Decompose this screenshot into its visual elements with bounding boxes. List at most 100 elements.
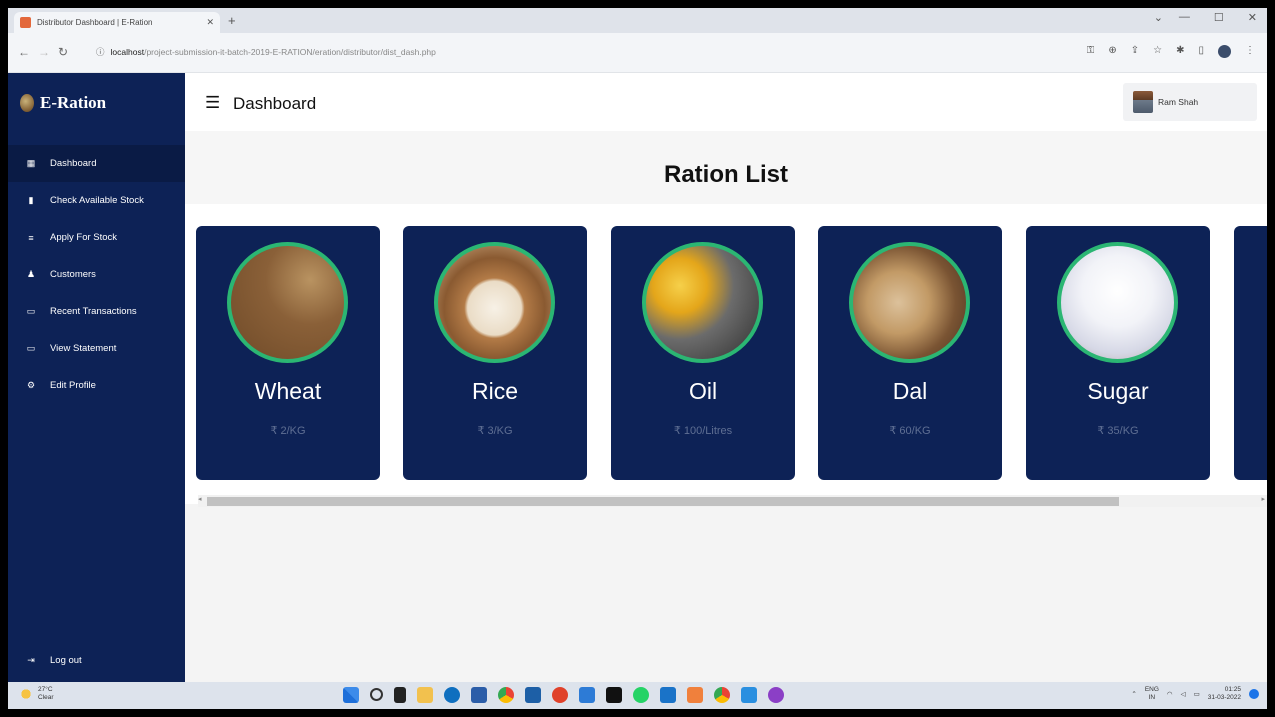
chrome-icon[interactable] bbox=[498, 687, 514, 703]
tab-close-icon[interactable]: ✕ bbox=[206, 17, 214, 28]
browser-tab[interactable]: Distributor Dashboard | E-Ration ✕ bbox=[14, 12, 220, 33]
chrome-profile-icon[interactable] bbox=[714, 687, 730, 703]
back-icon[interactable]: ← bbox=[18, 45, 30, 59]
reload-icon[interactable]: ↻ bbox=[58, 45, 68, 59]
sidebar: E-Ration ▦ Dashboard ▮ Check Available S… bbox=[8, 73, 185, 682]
volume-icon[interactable]: ◁ bbox=[1181, 690, 1186, 698]
file-explorer-icon[interactable] bbox=[417, 687, 433, 703]
close-window-icon[interactable]: ✕ bbox=[1248, 11, 1257, 24]
sidebar-item-label: Apply For Stock bbox=[50, 232, 118, 243]
key-icon[interactable]: ⚿ bbox=[1087, 45, 1095, 58]
profile-avatar-icon[interactable] bbox=[1218, 45, 1231, 58]
vscode-icon[interactable] bbox=[741, 687, 757, 703]
site-info-icon[interactable]: ⓘ bbox=[96, 46, 105, 58]
scrollbar-thumb[interactable] bbox=[207, 497, 1119, 506]
monitor-icon: ▭ bbox=[26, 343, 36, 353]
clock[interactable]: 01:25 31-03-2022 bbox=[1208, 686, 1241, 702]
sidebar-item-edit-profile[interactable]: ⚙ Edit Profile bbox=[8, 367, 185, 404]
dal-image bbox=[849, 242, 970, 363]
sidebar-item-recent-transactions[interactable]: ▭ Recent Transactions bbox=[8, 293, 185, 330]
zoom-icon[interactable]: ⊕ bbox=[1108, 45, 1116, 58]
avatar bbox=[1133, 91, 1153, 113]
clock-time: 01:25 bbox=[1224, 686, 1241, 693]
tab-search-icon[interactable]: ⌄ bbox=[1154, 11, 1163, 24]
hamburger-menu-icon[interactable]: ☰ bbox=[205, 94, 220, 111]
user-name: Ram Shah bbox=[1158, 97, 1199, 107]
sidebar-item-dashboard[interactable]: ▦ Dashboard bbox=[8, 145, 185, 182]
task-view-icon[interactable] bbox=[394, 687, 406, 703]
word-icon[interactable] bbox=[579, 687, 595, 703]
main-content: Ration List Wheat ₹ 2/KG Rice ₹ 3/KG Oil… bbox=[185, 131, 1267, 682]
brand-name: E-Ration bbox=[40, 93, 107, 112]
wifi-icon[interactable]: ◠ bbox=[1167, 690, 1173, 698]
maximize-icon[interactable]: ☐ bbox=[1214, 11, 1224, 24]
scroll-right-icon[interactable]: ▸ bbox=[1261, 495, 1265, 503]
store-icon[interactable] bbox=[471, 687, 487, 703]
ration-cards-scroller[interactable]: Wheat ₹ 2/KG Rice ₹ 3/KG Oil ₹ 100/Litre… bbox=[185, 204, 1267, 507]
ration-item-price: ₹ 3/KG bbox=[477, 425, 513, 437]
xampp-icon[interactable] bbox=[687, 687, 703, 703]
menu-dots-icon[interactable]: ⋮ bbox=[1245, 45, 1255, 58]
weather-widget[interactable]: 27°C Clear bbox=[20, 686, 54, 702]
scroll-left-icon[interactable]: ◂ bbox=[198, 495, 202, 503]
sidebar-item-label: Customers bbox=[50, 269, 96, 280]
share-icon[interactable]: ⇪ bbox=[1131, 45, 1139, 58]
forward-icon[interactable]: → bbox=[38, 45, 50, 59]
top-header: ☰ Dashboard Ram Shah bbox=[185, 73, 1267, 131]
app-icon[interactable] bbox=[768, 687, 784, 703]
url-field[interactable]: ⓘ localhost/project-submission-it-batch-… bbox=[96, 41, 1026, 63]
horizontal-scrollbar[interactable]: ◂ ▸ bbox=[198, 495, 1267, 507]
ration-card-sugar[interactable]: Sugar ₹ 35/KG bbox=[1026, 226, 1210, 480]
mail-icon[interactable] bbox=[525, 687, 541, 703]
tray-chevron-icon[interactable]: ⌃ bbox=[1131, 690, 1136, 698]
notification-icon[interactable] bbox=[1249, 689, 1259, 699]
system-tray: ⌃ ENG IN ◠ ◁ ▭ 01:25 31-03-2022 bbox=[1131, 686, 1259, 702]
sidebar-item-check-stock[interactable]: ▮ Check Available Stock bbox=[8, 182, 185, 219]
sidebar-panel-icon[interactable]: ▯ bbox=[1198, 45, 1204, 58]
browser-address-bar: ← → ↻ ⓘ localhost/project-submission-it-… bbox=[8, 33, 1267, 73]
whatsapp-icon[interactable] bbox=[633, 687, 649, 703]
ration-item-name: Dal bbox=[892, 378, 928, 404]
ration-item-price: ₹ 2/KG bbox=[270, 425, 306, 437]
ration-card-oil[interactable]: Oil ₹ 100/Litres bbox=[611, 226, 795, 480]
extensions-icon[interactable]: ✱ bbox=[1176, 45, 1184, 58]
opera-icon[interactable] bbox=[552, 687, 568, 703]
user-menu[interactable]: Ram Shah bbox=[1123, 83, 1257, 121]
window-controls: ⌄ — ☐ ✕ bbox=[1154, 11, 1257, 24]
sidebar-item-customers[interactable]: ♟ Customers bbox=[8, 256, 185, 293]
weather-temperature: 27°C bbox=[38, 686, 53, 693]
ration-item-name: Sugar bbox=[1087, 378, 1149, 404]
address-bar-actions: ⚿ ⊕ ⇪ ☆ ✱ ▯ ⋮ bbox=[1087, 45, 1255, 58]
brand[interactable]: E-Ration bbox=[20, 93, 106, 113]
battery-icon[interactable]: ▭ bbox=[1194, 690, 1200, 698]
start-icon[interactable] bbox=[343, 687, 359, 703]
ration-item-price: ₹ 35/KG bbox=[1097, 425, 1139, 437]
ration-item-name: Wheat bbox=[254, 378, 322, 404]
sidebar-item-apply-stock[interactable]: ≡ Apply For Stock bbox=[8, 219, 185, 256]
ration-item-price: ₹ 100/Litres bbox=[673, 425, 733, 437]
ration-card-partial[interactable] bbox=[1234, 226, 1267, 480]
language-code: ENG bbox=[1144, 686, 1159, 693]
ration-list-header: Ration List bbox=[185, 131, 1267, 204]
taskbar-apps bbox=[343, 687, 784, 703]
rice-image bbox=[434, 242, 555, 363]
dashboard-icon: ▦ bbox=[26, 158, 36, 168]
ration-card-rice[interactable]: Rice ₹ 3/KG bbox=[403, 226, 587, 480]
photos-icon[interactable] bbox=[660, 687, 676, 703]
list-icon: ≡ bbox=[28, 232, 34, 243]
logout-link[interactable]: ⇥ Log out bbox=[8, 646, 185, 674]
wheat-image bbox=[227, 242, 348, 363]
ration-card-dal[interactable]: Dal ₹ 60/KG bbox=[818, 226, 1002, 480]
sidebar-item-label: Check Available Stock bbox=[50, 195, 144, 206]
taskbar: 27°C Clear ⌃ ENG IN ◠ ◁ ▭ 01:25 31-03-20… bbox=[8, 682, 1267, 709]
sidebar-item-view-statement[interactable]: ▭ View Statement bbox=[8, 330, 185, 367]
language-indicator[interactable]: ENG IN bbox=[1145, 686, 1159, 702]
new-tab-icon[interactable]: + bbox=[228, 13, 236, 28]
ration-card-wheat[interactable]: Wheat ₹ 2/KG bbox=[196, 226, 380, 480]
bookmark-star-icon[interactable]: ☆ bbox=[1153, 45, 1162, 58]
minimize-icon[interactable]: — bbox=[1179, 11, 1190, 24]
search-icon[interactable] bbox=[370, 688, 383, 701]
edge-icon[interactable] bbox=[444, 687, 460, 703]
terminal-icon[interactable] bbox=[606, 687, 622, 703]
region-code: IN bbox=[1148, 694, 1156, 701]
